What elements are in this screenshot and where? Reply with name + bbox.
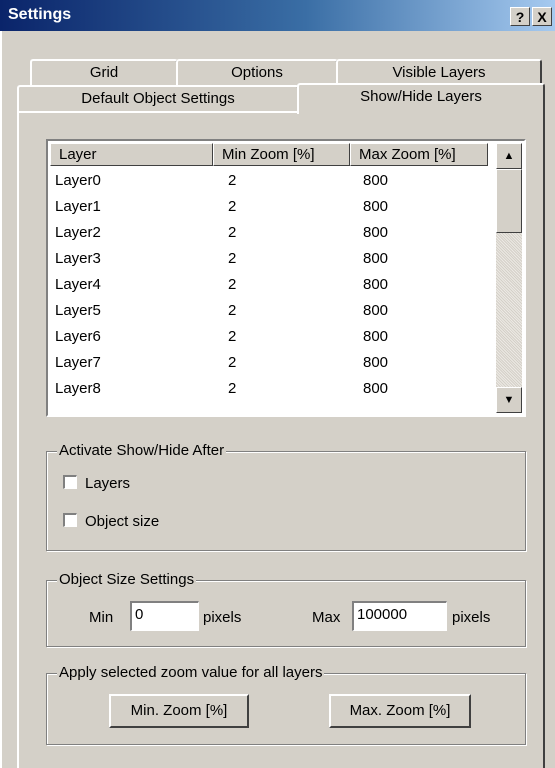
max-zoom-cell: 800 — [363, 250, 389, 267]
layers-checkbox-label: Layers — [85, 475, 131, 492]
table-row[interactable]: Layer1 2 800 — [50, 195, 496, 221]
tab-default-object-settings[interactable]: Default Object Settings — [17, 85, 299, 111]
column-header-layer[interactable]: Layer — [50, 143, 213, 166]
tab-grid[interactable]: Grid — [30, 59, 178, 85]
min-zoom-cell: 2 — [228, 224, 237, 241]
table-row[interactable]: Layer5 2 800 — [50, 299, 496, 325]
max-zoom-cell: 800 — [363, 172, 389, 189]
column-header-min-zoom[interactable]: Min Zoom [%] — [213, 143, 350, 166]
table-row[interactable]: Layer2 2 800 — [50, 221, 496, 247]
min-pixels-input[interactable]: 0 — [130, 601, 199, 631]
apply-zoom-group: Apply selected zoom value for all layers… — [46, 663, 526, 745]
layers-checkbox[interactable] — [63, 475, 77, 490]
table-row[interactable]: Layer7 2 800 — [50, 351, 496, 377]
min-zoom-cell: 2 — [228, 354, 237, 371]
table-row[interactable]: Layer0 2 800 — [50, 169, 496, 195]
min-zoom-cell: 2 — [228, 172, 237, 189]
table-row[interactable]: Layer8 2 800 — [50, 377, 496, 403]
list-rows: Layer0 2 800 Layer1 2 800 Layer2 2 800 Layer3 2 800… — [50, 169, 496, 403]
max-zoom-cell: 800 — [363, 276, 389, 293]
object-size-checkbox-row[interactable]: Object size — [63, 513, 159, 530]
activate-show-hide-group: Activate Show/Hide After Layers Object s… — [46, 441, 526, 551]
min-zoom-cell: 2 — [228, 302, 237, 319]
window-title: Settings — [8, 6, 72, 23]
layer-name-cell: Layer5 — [55, 302, 101, 319]
layer-name-cell: Layer4 — [55, 276, 101, 293]
scroll-thumb[interactable] — [496, 169, 522, 233]
layer-name-cell: Layer2 — [55, 224, 101, 241]
max-zoom-button[interactable]: Max. Zoom [%] — [329, 694, 471, 728]
layers-checkbox-row[interactable]: Layers — [63, 475, 130, 492]
max-zoom-cell: 800 — [363, 302, 389, 319]
min-zoom-cell: 2 — [228, 250, 237, 267]
min-unit-label: pixels — [203, 609, 242, 626]
scroll-up-button[interactable]: ▲ — [496, 143, 522, 169]
min-zoom-button[interactable]: Min. Zoom [%] — [109, 694, 249, 728]
max-zoom-cell: 800 — [363, 224, 389, 241]
group-legend: Object Size Settings — [57, 570, 197, 590]
min-zoom-cell: 2 — [228, 198, 237, 215]
max-unit-label: pixels — [452, 609, 491, 626]
arrow-down-icon: ▼ — [503, 394, 515, 406]
window-edge — [0, 31, 2, 768]
table-row[interactable]: Layer3 2 800 — [50, 247, 496, 273]
object-size-checkbox[interactable] — [63, 513, 77, 528]
min-label: Min — [89, 609, 114, 626]
min-zoom-cell: 2 — [228, 328, 237, 345]
close-button[interactable]: X — [532, 7, 552, 26]
group-legend: Activate Show/Hide After — [57, 441, 227, 461]
table-row[interactable]: Layer6 2 800 — [50, 325, 496, 351]
arrow-up-icon: ▲ — [503, 150, 515, 162]
layer-list[interactable]: Layer Min Zoom [%] Max Zoom [%] Layer0 2 8… — [46, 139, 526, 417]
object-size-checkbox-label: Object size — [85, 513, 160, 530]
layer-name-cell: Layer1 — [55, 198, 101, 215]
tab-visible-layers[interactable]: Visible Layers — [336, 59, 542, 85]
layer-name-cell: Layer8 — [55, 380, 101, 397]
object-size-settings-group: Object Size Settings Min 0 pixels Max 10… — [46, 570, 526, 647]
title-bar: Settings ? X — [0, 0, 555, 31]
panel-top-edge — [17, 111, 299, 113]
help-button[interactable]: ? — [510, 7, 530, 26]
table-row[interactable]: Layer4 2 800 — [50, 273, 496, 299]
scroll-down-button[interactable]: ▼ — [496, 387, 522, 413]
layer-name-cell: Layer0 — [55, 172, 101, 189]
list-header: Layer Min Zoom [%] Max Zoom [%] — [50, 143, 496, 166]
layer-name-cell: Layer6 — [55, 328, 101, 345]
max-zoom-cell: 800 — [363, 380, 389, 397]
max-label: Max — [312, 609, 341, 626]
max-pixels-input[interactable]: 100000 — [352, 601, 447, 631]
tab-options[interactable]: Options — [176, 59, 338, 85]
tab-show-hide-layers[interactable]: Show/Hide Layers — [297, 83, 545, 114]
min-zoom-cell: 2 — [228, 380, 237, 397]
layer-name-cell: Layer7 — [55, 354, 101, 371]
vertical-scrollbar[interactable]: ▲ ▼ — [496, 143, 522, 413]
group-legend: Apply selected zoom value for all layers — [57, 663, 325, 683]
column-header-max-zoom[interactable]: Max Zoom [%] — [350, 143, 488, 166]
min-zoom-cell: 2 — [228, 276, 237, 293]
max-zoom-cell: 800 — [363, 328, 389, 345]
layer-name-cell: Layer3 — [55, 250, 101, 267]
max-zoom-cell: 800 — [363, 198, 389, 215]
max-zoom-cell: 800 — [363, 354, 389, 371]
